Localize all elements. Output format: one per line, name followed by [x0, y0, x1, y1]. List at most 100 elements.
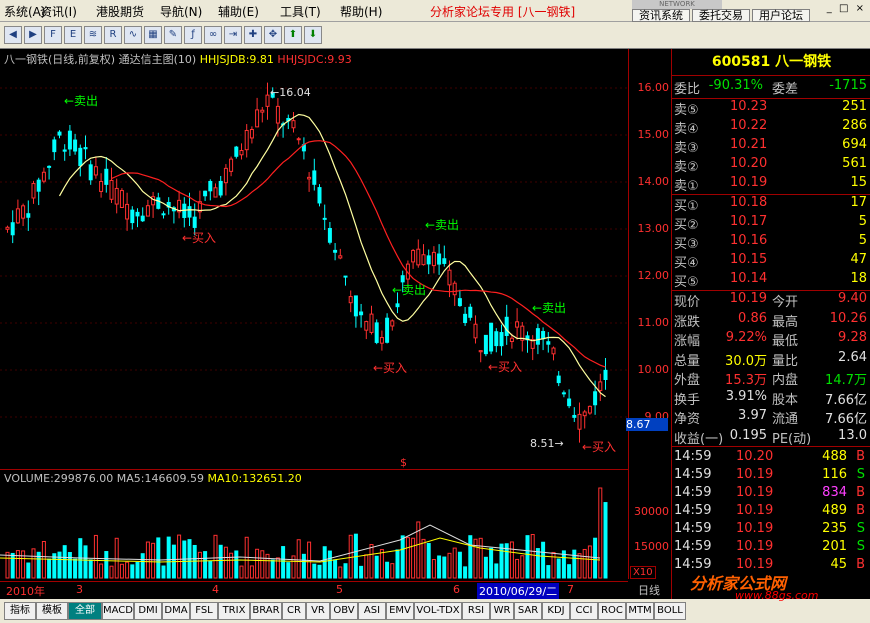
volume-bar: [156, 537, 161, 579]
buy-level[interactable]: 买① 10.18 17: [674, 195, 869, 214]
volume-bar: [5, 551, 10, 579]
buy-level[interactable]: 买③ 10.16 5: [674, 233, 869, 252]
volume-bar: [312, 563, 317, 579]
pen-icon[interactable]: ✎: [164, 26, 182, 44]
tab-kdj[interactable]: KDJ: [542, 602, 570, 620]
forum-label: 分析家论坛专用 [八一钢铁]: [430, 5, 576, 19]
level-label: 卖⑤: [674, 103, 699, 118]
stat-label: 涨跌: [674, 314, 701, 330]
move-icon[interactable]: ✥: [264, 26, 282, 44]
menu-news[interactable]: 资讯(I): [40, 3, 77, 20]
volume-chart[interactable]: [0, 469, 628, 580]
buy-level[interactable]: 买④ 10.15 47: [674, 252, 869, 271]
restore-icon[interactable]: □: [839, 3, 850, 14]
minimize-icon[interactable]: _: [827, 3, 834, 14]
weicha-label: 委差: [772, 82, 799, 97]
sell-level[interactable]: 卖④ 10.22 286: [674, 118, 869, 137]
wave-icon[interactable]: ∿: [124, 26, 142, 44]
tab-vr[interactable]: VR: [306, 602, 330, 620]
volume-bar: [395, 549, 400, 579]
tab-brar[interactable]: BRAR: [250, 602, 282, 620]
formula-icon[interactable]: ƒ: [184, 26, 202, 44]
tab-roc[interactable]: ROC: [598, 602, 626, 620]
level-volume: 694: [842, 137, 867, 152]
price-tick: 16.00: [637, 81, 670, 94]
user-forum-button[interactable]: 用户论坛: [752, 9, 810, 22]
sell-level[interactable]: 卖① 10.19 15: [674, 175, 869, 194]
level-volume: 15: [850, 175, 867, 190]
candle-body: [260, 109, 265, 113]
close-icon[interactable]: ×: [856, 3, 866, 14]
buy-level[interactable]: 买② 10.17 5: [674, 214, 869, 233]
tab-wr[interactable]: WR: [490, 602, 514, 620]
volume-bar: [577, 553, 582, 579]
volume-bar: [489, 547, 494, 579]
tab--[interactable]: 指标: [4, 602, 36, 620]
menu-navigate[interactable]: 导航(N): [160, 3, 202, 20]
tab-emv[interactable]: EMV: [386, 602, 414, 620]
price-tick: 14.00: [637, 175, 670, 188]
tab-obv[interactable]: OBV: [330, 602, 358, 620]
volume-bar: [551, 551, 556, 579]
menu-tools[interactable]: 工具(T): [280, 3, 321, 20]
buy-level[interactable]: 买⑤ 10.14 18: [674, 271, 869, 290]
etf-icon[interactable]: E: [64, 26, 82, 44]
up-arrow-icon[interactable]: ⬆: [284, 26, 302, 44]
candle-body: [114, 187, 119, 205]
tab--[interactable]: 全部: [68, 602, 102, 620]
menu-assist[interactable]: 辅助(E): [218, 3, 259, 20]
candle-body: [587, 405, 592, 414]
tab-trix[interactable]: TRIX: [218, 602, 250, 620]
tab-asi[interactable]: ASI: [358, 602, 386, 620]
window-controls[interactable]: _ □ ×: [827, 3, 866, 14]
tab-mtm[interactable]: MTM: [626, 602, 654, 620]
stat-row: 换手 3.91% 股本 7.66亿: [674, 389, 869, 408]
volume-bar: [598, 487, 603, 579]
tab-boll[interactable]: BOLL: [654, 602, 686, 620]
tab--[interactable]: 模板: [36, 602, 68, 620]
tab-dmi[interactable]: DMI: [134, 602, 162, 620]
period-label[interactable]: 日线: [628, 582, 670, 597]
sell-level[interactable]: 卖③ 10.21 694: [674, 137, 869, 156]
candle-body: [307, 176, 312, 180]
tab-rsi[interactable]: RSI: [462, 602, 490, 620]
export-icon[interactable]: ⇥: [224, 26, 242, 44]
tab-cci[interactable]: CCI: [570, 602, 598, 620]
candle-body: [411, 249, 416, 263]
candle-body: [99, 180, 104, 192]
sell-level[interactable]: 卖⑤ 10.23 251: [674, 99, 869, 118]
menu-help[interactable]: 帮助(H): [340, 3, 382, 20]
link-icon[interactable]: ∞: [204, 26, 222, 44]
volume-bar: [301, 553, 306, 579]
cross-icon[interactable]: ✚: [244, 26, 262, 44]
rsi-icon[interactable]: R: [104, 26, 122, 44]
candle-body: [203, 190, 208, 197]
chart-icon[interactable]: ▦: [144, 26, 162, 44]
candle-body: [447, 269, 452, 286]
down-arrow-icon[interactable]: ⬇: [304, 26, 322, 44]
tab-vol-tdx[interactable]: VOL-TDX: [414, 602, 462, 620]
f10-icon[interactable]: F: [44, 26, 62, 44]
tab-macd[interactable]: MACD: [102, 602, 134, 620]
tab-fsl[interactable]: FSL: [190, 602, 218, 620]
candle-body: [239, 150, 244, 156]
stat-label: 收益(一): [674, 431, 724, 447]
forward-icon[interactable]: ▶: [24, 26, 42, 44]
sell-level[interactable]: 卖② 10.20 561: [674, 156, 869, 175]
tab-cr[interactable]: CR: [282, 602, 306, 620]
stat-label: 最高: [772, 314, 799, 330]
info-system-button[interactable]: 资讯系统: [632, 9, 690, 22]
price-chart[interactable]: ←卖出 ←卖出 ←卖出 ←卖出 ←买入 ←买入 ←买入 ←买入 ←16.04 8.51→ $ 八一钢…: [0, 49, 628, 469]
level-volume: 18: [850, 271, 867, 286]
candle-body: [52, 139, 57, 153]
kline-icon[interactable]: ≋: [84, 26, 102, 44]
back-icon[interactable]: ◀: [4, 26, 22, 44]
price-axis: 16.00 15.00 14.00 13.00 12.00 11.00 10.0…: [628, 49, 671, 469]
menu-hk-futures[interactable]: 港股期货: [96, 3, 144, 20]
tab-dma[interactable]: DMA: [162, 602, 190, 620]
tab-sar[interactable]: SAR: [514, 602, 542, 620]
candle-body: [265, 94, 270, 107]
candle-body: [416, 248, 421, 266]
volume-bar: [166, 536, 171, 579]
trade-button[interactable]: 委托交易: [692, 9, 750, 22]
